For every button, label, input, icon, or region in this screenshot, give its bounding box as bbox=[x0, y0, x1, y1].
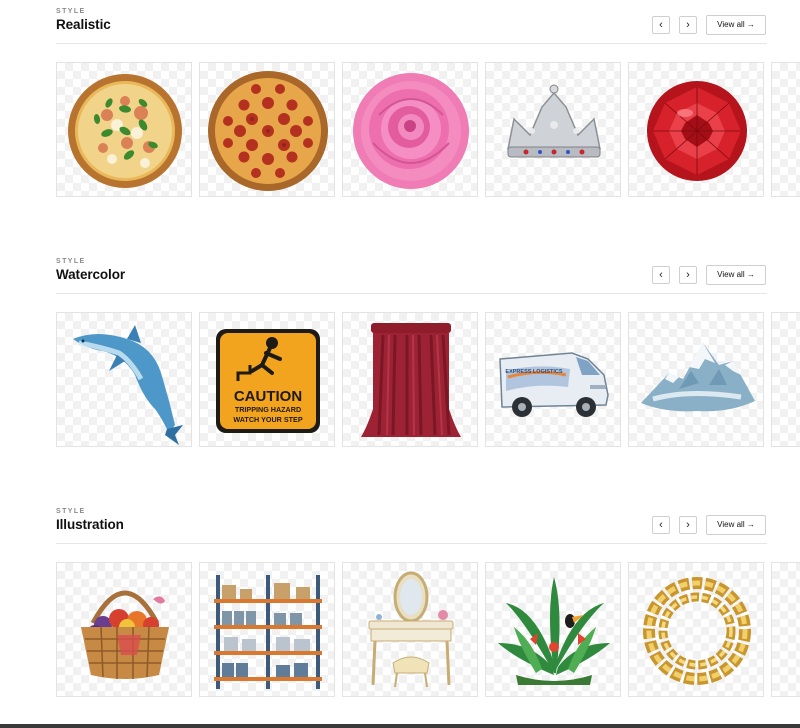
next-button[interactable]: › bbox=[679, 266, 697, 284]
caution-headline: CAUTION bbox=[234, 388, 302, 405]
image-card-pink-rose[interactable] bbox=[342, 62, 478, 197]
image-card-tropical-plants[interactable] bbox=[485, 562, 621, 697]
section-watercolor: STYLE Watercolor ‹ › View all → CAUTION … bbox=[0, 258, 800, 458]
image-card-caution-sign[interactable]: CAUTION TRIPPING HAZARD WATCH YOUR STEP bbox=[199, 312, 335, 447]
next-button[interactable]: › bbox=[679, 16, 697, 34]
image-card-silver-crown[interactable] bbox=[485, 62, 621, 197]
image-card-dolphin[interactable] bbox=[56, 312, 192, 447]
view-all-button[interactable]: View all → bbox=[706, 515, 766, 535]
image-card-partial[interactable] bbox=[771, 562, 800, 697]
section-eyebrow: STYLE bbox=[56, 8, 86, 15]
section-divider bbox=[56, 293, 767, 294]
section-divider bbox=[56, 43, 767, 44]
image-card-vanity-table[interactable] bbox=[342, 562, 478, 697]
image-card-red-gemstone[interactable] bbox=[628, 62, 764, 197]
prev-button[interactable]: ‹ bbox=[652, 516, 670, 534]
view-all-button[interactable]: View all → bbox=[706, 265, 766, 285]
dolphin-image bbox=[73, 325, 183, 445]
next-button[interactable]: › bbox=[679, 516, 697, 534]
fruit-basket-image bbox=[81, 590, 169, 679]
red-gemstone-image bbox=[647, 81, 747, 181]
section-title: Realistic bbox=[56, 17, 111, 32]
pink-rose-image bbox=[353, 73, 469, 189]
prev-button[interactable]: ‹ bbox=[652, 16, 670, 34]
section-title: Watercolor bbox=[56, 267, 126, 282]
image-card-warehouse-shelf[interactable] bbox=[199, 562, 335, 697]
vanity-table-image bbox=[368, 571, 454, 688]
window-bottom-edge bbox=[0, 724, 800, 728]
warehouse-shelf-image bbox=[214, 575, 322, 689]
caution-line-1: TRIPPING HAZARD bbox=[235, 405, 301, 414]
gold-chain-image bbox=[643, 577, 751, 685]
image-card-snowy-mountain[interactable] bbox=[628, 312, 764, 447]
tropical-plants-image bbox=[498, 577, 610, 685]
caution-sign-image: CAUTION TRIPPING HAZARD WATCH YOUR STEP bbox=[216, 329, 320, 433]
section-divider bbox=[56, 543, 767, 544]
image-card-partial[interactable] bbox=[771, 312, 800, 447]
image-card-red-curtain[interactable] bbox=[342, 312, 478, 447]
snowy-mountain-image bbox=[641, 343, 755, 412]
pizza-margherita-image bbox=[68, 74, 182, 188]
van-lettering: EXPRESS LOGISTICS bbox=[505, 369, 562, 375]
section-illustration: STYLE Illustration ‹ › View all → bbox=[0, 508, 800, 708]
image-card-fruit-basket[interactable] bbox=[56, 562, 192, 697]
view-all-button[interactable]: View all → bbox=[706, 15, 766, 35]
section-realistic: STYLE Realistic ‹ › View all → bbox=[0, 8, 800, 208]
silver-crown-image bbox=[507, 84, 601, 158]
section-eyebrow: STYLE bbox=[56, 258, 86, 265]
section-eyebrow: STYLE bbox=[56, 508, 86, 515]
image-card-partial[interactable] bbox=[771, 62, 800, 197]
image-card-pizza-margherita[interactable] bbox=[56, 62, 192, 197]
pizza-pepperoni-image bbox=[208, 71, 328, 191]
image-card-pizza-pepperoni[interactable] bbox=[199, 62, 335, 197]
delivery-van-image: EXPRESS LOGISTICS bbox=[499, 352, 609, 417]
prev-button[interactable]: ‹ bbox=[652, 266, 670, 284]
section-title: Illustration bbox=[56, 517, 124, 532]
image-card-delivery-van[interactable]: EXPRESS LOGISTICS bbox=[485, 312, 621, 447]
red-curtain-image bbox=[361, 323, 461, 437]
image-card-gold-chain[interactable] bbox=[628, 562, 764, 697]
caution-line-2: WATCH YOUR STEP bbox=[233, 415, 302, 424]
